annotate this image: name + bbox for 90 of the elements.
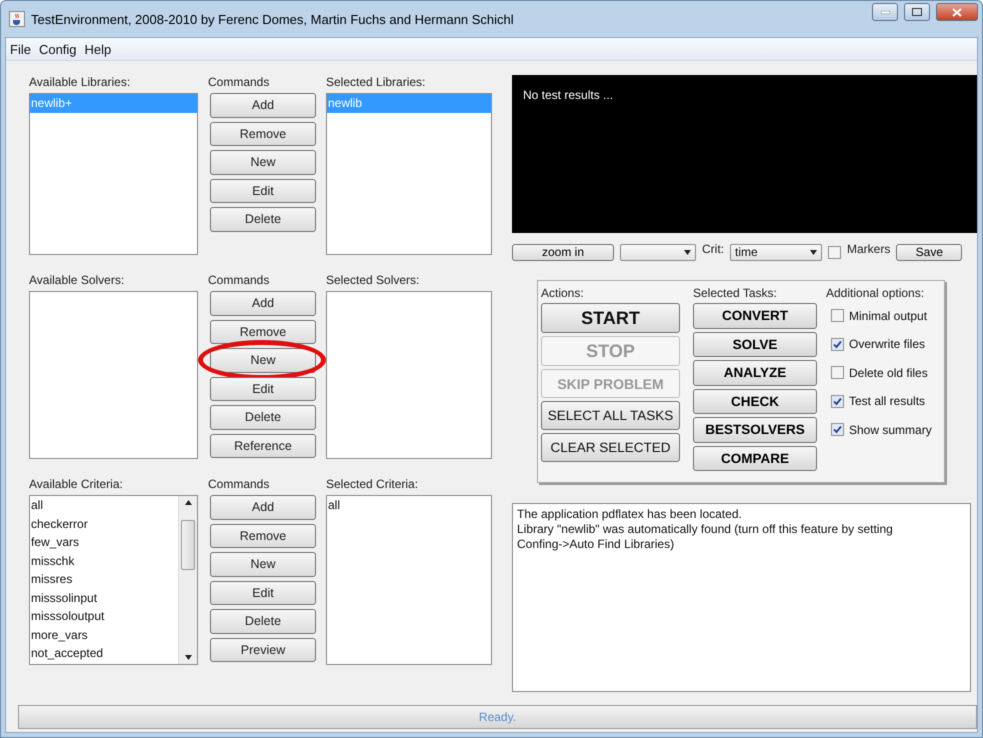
list-item[interactable]: checkerror [30, 514, 178, 533]
scrollbar-thumb[interactable] [181, 520, 195, 570]
available-list[interactable] [29, 291, 198, 459]
crit-dropdown[interactable]: time [730, 244, 822, 260]
list-item[interactable]: few_vars [30, 533, 178, 552]
command-button[interactable]: New [210, 150, 316, 174]
command-button[interactable]: Edit [210, 178, 316, 203]
option-checkbox[interactable] [831, 423, 844, 436]
option-label: Delete old files [849, 366, 928, 380]
list-label: Selected Solvers: [326, 273, 420, 287]
task-button[interactable]: COMPARE [693, 446, 817, 471]
list-item[interactable]: not_accepted [30, 644, 178, 662]
action-button[interactable]: SELECT ALL TASKS [541, 401, 680, 430]
log-message: The application pdflatex has been located. [517, 507, 743, 522]
java-cup-icon [9, 11, 25, 27]
markers-checkbox[interactable] [828, 246, 841, 258]
scroll-down-icon [184, 655, 192, 660]
command-button[interactable]: Edit [210, 376, 316, 401]
close-icon [952, 8, 962, 16]
task-button[interactable]: SOLVE [693, 332, 817, 357]
commands-label: Commands [208, 75, 270, 89]
caret-icon [684, 250, 691, 254]
command-button[interactable]: Delete [210, 207, 316, 232]
command-button[interactable]: New [210, 348, 316, 372]
list-item[interactable]: more_vars [30, 626, 178, 644]
command-button[interactable]: Add [210, 291, 316, 316]
list-item[interactable]: all [327, 496, 491, 514]
selected-list[interactable] [326, 291, 492, 459]
command-button[interactable]: Preview [210, 638, 316, 662]
available-list[interactable]: all checkerror few_vars misschk missres misssolinput misssoloutput more_vars not_accepted [29, 495, 198, 665]
action-button[interactable]: START [541, 303, 680, 333]
scroll-up-icon [184, 500, 192, 505]
actions-label: Actions: [541, 286, 584, 300]
options-label: Additional options: [826, 286, 924, 300]
list-label: Selected Libraries: [326, 75, 426, 89]
task-button[interactable]: ANALYZE [693, 360, 817, 386]
close-button[interactable] [936, 3, 978, 21]
list-item[interactable]: misssolinput [30, 588, 178, 607]
option-label: Minimal output [849, 308, 928, 323]
maximize-icon [912, 8, 922, 16]
window-title: TestEnvironment, 2008-2010 by Ferenc Domes, Martin Fuchs and Hermann Schichl [31, 12, 515, 26]
results-output: No test results ... [512, 75, 977, 233]
task-button[interactable]: CONVERT [693, 303, 817, 328]
scrollbar[interactable] [178, 496, 197, 664]
minimize-button[interactable] [872, 3, 898, 21]
menu-item[interactable]: Help [84, 42, 112, 56]
list-label: Available Libraries: [29, 75, 132, 89]
commands-label: Commands [208, 477, 270, 491]
list-label: Available Criteria: [29, 477, 124, 491]
command-button[interactable]: Remove [210, 524, 316, 548]
command-button[interactable]: Reference [210, 434, 316, 458]
status-text: Ready. [478, 710, 516, 724]
save-button[interactable]: Save [896, 244, 962, 260]
view-dropdown[interactable] [620, 244, 696, 260]
option-label: Overwrite files [849, 337, 926, 352]
command-button[interactable]: Add [210, 495, 316, 520]
task-button[interactable]: BESTSOLVERS [693, 417, 817, 442]
minimize-icon [880, 10, 890, 14]
tasks-label: Selected Tasks: [693, 286, 777, 300]
command-button[interactable]: Edit [210, 580, 316, 605]
command-button[interactable]: Delete [210, 609, 316, 634]
option-label: Test all results [849, 394, 926, 408]
task-button[interactable]: CHECK [693, 388, 817, 414]
list-item[interactable]: misschk [30, 552, 178, 570]
command-button[interactable]: Delete [210, 405, 316, 430]
list-label: Selected Criteria: [326, 477, 420, 491]
commands-label: Commands [208, 273, 270, 287]
menu-item[interactable]: File [10, 42, 31, 56]
option-checkbox[interactable] [831, 309, 844, 322]
command-button[interactable]: Add [210, 93, 316, 118]
list-label: Available Solvers: [29, 273, 126, 287]
caret-icon [810, 250, 817, 254]
markers-label: Markers [847, 242, 890, 256]
list-item[interactable]: misssoloutput [30, 607, 178, 626]
menu-item[interactable]: Config [38, 42, 77, 56]
maximize-button[interactable] [904, 3, 930, 21]
option-checkbox[interactable] [831, 394, 844, 408]
option-checkbox[interactable] [831, 366, 844, 380]
command-button[interactable]: New [210, 552, 316, 576]
log-message: Library "newlib" was automatically found (turn off this feature by setting Confing->Auto Find Libraries) [517, 522, 894, 552]
option-label: Show summary [849, 422, 932, 437]
option-checkbox[interactable] [831, 338, 844, 351]
command-button[interactable]: Remove [210, 320, 316, 344]
list-item[interactable]: all [30, 496, 178, 514]
crit-label: Crit: [702, 242, 724, 256]
list-item[interactable]: missres [30, 570, 178, 588]
zoom-in-button[interactable]: zoom in [512, 244, 614, 260]
command-button[interactable]: Remove [210, 122, 316, 146]
action-button[interactable]: CLEAR SELECTED [541, 433, 680, 462]
selected-list[interactable]: all [326, 495, 492, 665]
